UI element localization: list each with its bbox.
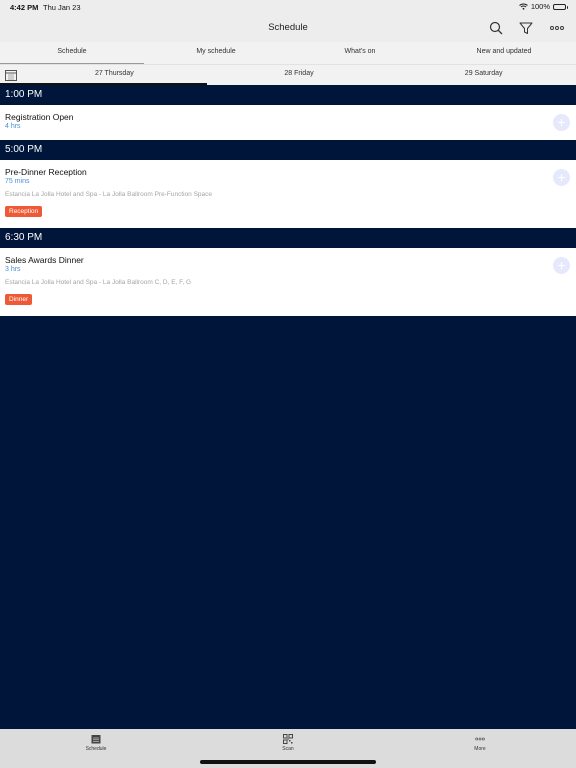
event-card[interactable]: Registration Open 4 hrs + bbox=[0, 105, 576, 140]
more-dots-icon bbox=[475, 737, 485, 741]
home-indicator[interactable] bbox=[200, 760, 376, 764]
status-bar: 4:42 PM Thu Jan 23 100% bbox=[0, 0, 576, 14]
schedule-list: 1:00 PM Registration Open 4 hrs + 5:00 P… bbox=[0, 85, 576, 316]
time-header: 6:30 PM bbox=[0, 228, 576, 248]
filter-icon[interactable] bbox=[518, 20, 534, 36]
event-location: Estancia La Jolla Hotel and Spa - La Jol… bbox=[5, 191, 213, 198]
event-title: Pre-Dinner Reception bbox=[5, 167, 87, 177]
event-duration: 4 hrs bbox=[5, 123, 21, 130]
day-selector: 27 Thursday 28 Friday 29 Saturday bbox=[0, 64, 576, 85]
battery-icon bbox=[553, 3, 568, 10]
time-header: 5:00 PM bbox=[0, 140, 576, 160]
event-title: Registration Open bbox=[5, 112, 74, 122]
status-date: Thu Jan 23 bbox=[43, 3, 81, 12]
search-icon[interactable] bbox=[488, 20, 504, 36]
nav-bar: Schedule bbox=[0, 14, 576, 42]
event-tag: Reception bbox=[5, 206, 43, 217]
event-tag: Dinner bbox=[5, 294, 33, 305]
tab-my-schedule[interactable]: My schedule bbox=[144, 42, 288, 64]
tab-new-and-updated[interactable]: New and updated bbox=[432, 42, 576, 64]
bottom-tab-label: Schedule bbox=[85, 746, 107, 752]
plus-icon: + bbox=[557, 257, 566, 273]
add-to-schedule-button[interactable]: + bbox=[553, 257, 570, 274]
more-options-icon[interactable] bbox=[549, 20, 565, 36]
add-to-schedule-button[interactable]: + bbox=[553, 114, 570, 131]
battery-percent: 100% bbox=[530, 2, 550, 11]
tab-schedule[interactable]: Schedule bbox=[0, 42, 144, 64]
add-to-schedule-button[interactable]: + bbox=[553, 169, 570, 186]
event-duration: 75 mins bbox=[5, 178, 30, 185]
plus-icon: + bbox=[557, 169, 566, 185]
event-location: Estancia La Jolla Hotel and Spa - La Jol… bbox=[5, 279, 192, 286]
event-card[interactable]: Pre-Dinner Reception 75 mins Estancia La… bbox=[0, 160, 576, 228]
qr-code-icon bbox=[283, 734, 293, 744]
event-title: Sales Awards Dinner bbox=[5, 255, 84, 265]
status-right: 100% bbox=[518, 2, 568, 11]
day-tab-28[interactable]: 28 Friday bbox=[207, 65, 392, 85]
time-header: 1:00 PM bbox=[0, 85, 576, 105]
plus-icon: + bbox=[557, 114, 566, 130]
day-tab-27[interactable]: 27 Thursday bbox=[0, 65, 207, 85]
calendar-icon bbox=[5, 70, 17, 81]
event-duration: 3 hrs bbox=[5, 266, 21, 273]
bottom-tab-label: Scan bbox=[282, 746, 294, 752]
calendar-icon bbox=[91, 735, 101, 744]
calendar-picker[interactable] bbox=[0, 65, 22, 85]
event-card[interactable]: Sales Awards Dinner 3 hrs Estancia La Jo… bbox=[0, 248, 576, 316]
schedule-tabs: Schedule My schedule What's on New and u… bbox=[0, 42, 576, 64]
tab-whats-on[interactable]: What's on bbox=[288, 42, 432, 64]
bottom-tab-label: More bbox=[474, 746, 486, 752]
wifi-icon bbox=[518, 3, 528, 10]
day-tab-29[interactable]: 29 Saturday bbox=[391, 65, 576, 85]
bottom-tab-more[interactable]: More bbox=[384, 729, 576, 768]
bottom-tab-schedule[interactable]: Schedule bbox=[0, 729, 192, 768]
status-time: 4:42 PM bbox=[10, 3, 39, 12]
